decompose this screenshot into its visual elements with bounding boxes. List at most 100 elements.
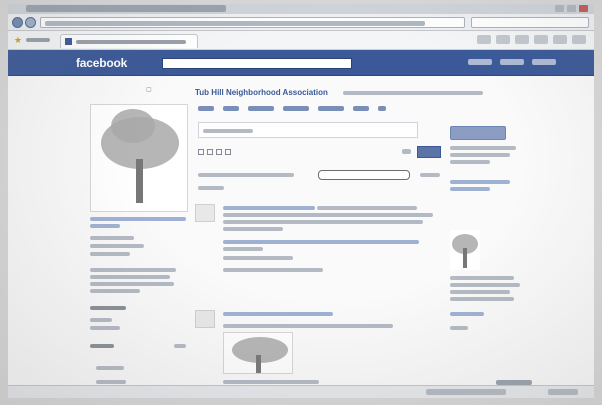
post-actions[interactable] bbox=[223, 268, 323, 272]
share-button[interactable] bbox=[417, 146, 441, 158]
info-line bbox=[90, 252, 130, 256]
post-author[interactable] bbox=[223, 206, 315, 210]
post-text bbox=[223, 213, 433, 217]
facebook-header: facebook bbox=[8, 50, 594, 76]
page-category-link[interactable] bbox=[90, 217, 186, 221]
profile-picture[interactable] bbox=[90, 104, 188, 212]
promo-text bbox=[450, 146, 516, 150]
browser-tab[interactable] bbox=[60, 34, 198, 48]
tree-trunk bbox=[136, 159, 143, 203]
facebook-favicon-icon bbox=[65, 38, 72, 45]
suggestion-link[interactable] bbox=[450, 187, 490, 191]
composer-placeholder bbox=[203, 129, 253, 133]
link-icon[interactable] bbox=[225, 149, 231, 155]
browser-search-input[interactable] bbox=[471, 17, 589, 28]
print-icon[interactable] bbox=[534, 35, 548, 44]
zoom-level[interactable] bbox=[548, 389, 578, 395]
security-zone bbox=[426, 389, 506, 395]
status-composer-input[interactable] bbox=[198, 122, 418, 138]
event-icon[interactable] bbox=[216, 149, 222, 155]
post-link[interactable] bbox=[223, 240, 419, 244]
favorites-bar: ★ bbox=[8, 31, 594, 50]
feeds-icon[interactable] bbox=[496, 35, 510, 44]
video-icon[interactable] bbox=[207, 149, 213, 155]
post-text bbox=[317, 206, 417, 210]
facebook-logo[interactable]: facebook bbox=[76, 56, 127, 70]
page-title[interactable]: Tub Hill Neighborhood Association bbox=[195, 88, 328, 97]
wall-filter-dropdown[interactable] bbox=[318, 170, 410, 180]
window-title bbox=[26, 5, 226, 12]
description-line bbox=[90, 282, 174, 286]
close-button[interactable] bbox=[579, 5, 588, 12]
maximize-button[interactable] bbox=[567, 5, 576, 12]
browser-status-bar bbox=[8, 385, 594, 398]
section-heading bbox=[90, 306, 126, 310]
left-sidebar: ▢ bbox=[90, 80, 192, 385]
tab-links[interactable] bbox=[353, 106, 369, 111]
sidebar-text bbox=[450, 283, 520, 287]
post-text bbox=[223, 227, 283, 231]
tab-label bbox=[76, 40, 186, 44]
sidebar-link[interactable] bbox=[450, 326, 468, 330]
edit-picture-link[interactable]: ▢ bbox=[146, 86, 152, 93]
sidebar-link[interactable] bbox=[450, 312, 484, 316]
tab-wall[interactable] bbox=[198, 106, 214, 111]
suggestion-link[interactable] bbox=[450, 180, 510, 184]
post-author[interactable] bbox=[223, 312, 333, 316]
nav-home-link[interactable] bbox=[468, 59, 492, 65]
promo-text bbox=[450, 160, 490, 164]
nav-account-link[interactable] bbox=[532, 59, 556, 65]
description-line bbox=[90, 275, 170, 279]
promote-button[interactable] bbox=[450, 126, 506, 140]
promo-text bbox=[450, 153, 510, 157]
post-photo[interactable] bbox=[223, 332, 293, 374]
facebook-search-input[interactable] bbox=[162, 58, 352, 69]
tab-events[interactable] bbox=[283, 106, 309, 111]
attach-icons bbox=[198, 149, 231, 155]
mail-icon[interactable] bbox=[515, 35, 529, 44]
forward-arrow-icon[interactable] bbox=[25, 17, 36, 28]
post-link-caption bbox=[223, 247, 263, 251]
star-icon[interactable]: ★ bbox=[14, 35, 22, 46]
home-icon[interactable] bbox=[477, 35, 491, 44]
wall-post bbox=[195, 204, 445, 300]
filter-text bbox=[198, 173, 294, 177]
tree-trunk bbox=[256, 355, 261, 373]
right-sidebar bbox=[450, 80, 550, 385]
section-heading bbox=[90, 344, 114, 348]
tab-discussions[interactable] bbox=[318, 106, 344, 111]
tree-trunk bbox=[463, 248, 467, 268]
back-arrow-icon[interactable] bbox=[12, 17, 23, 28]
page-menu-icon[interactable] bbox=[553, 35, 567, 44]
settings-link[interactable] bbox=[420, 173, 440, 177]
photo-icon[interactable] bbox=[198, 149, 204, 155]
sidebar-text bbox=[450, 276, 514, 280]
info-line bbox=[90, 236, 134, 240]
address-bar-row bbox=[8, 14, 594, 31]
window-controls bbox=[555, 5, 588, 12]
post-avatar[interactable] bbox=[195, 204, 215, 222]
url-input[interactable] bbox=[40, 17, 465, 28]
post-actions[interactable] bbox=[223, 380, 319, 384]
post-avatar[interactable] bbox=[195, 310, 215, 328]
description-line bbox=[90, 268, 176, 272]
page-category-link-2[interactable] bbox=[90, 224, 120, 228]
wall-post bbox=[195, 310, 445, 385]
like-item[interactable] bbox=[96, 366, 124, 370]
tools-menu-icon[interactable] bbox=[572, 35, 586, 44]
tab-photos[interactable] bbox=[248, 106, 274, 111]
info-line bbox=[90, 318, 112, 322]
sidebar-photo[interactable] bbox=[450, 230, 480, 270]
tab-info[interactable] bbox=[223, 106, 239, 111]
minimize-button[interactable] bbox=[555, 5, 564, 12]
privacy-selector[interactable] bbox=[402, 149, 411, 154]
tab-more[interactable] bbox=[378, 106, 386, 111]
window-title-bar bbox=[8, 4, 594, 14]
nav-profile-link[interactable] bbox=[500, 59, 524, 65]
favorites-label[interactable] bbox=[26, 38, 50, 42]
wall-filter-row bbox=[198, 170, 440, 182]
tree-crown-top bbox=[111, 109, 155, 143]
like-item[interactable] bbox=[96, 380, 126, 384]
post-text bbox=[223, 220, 423, 224]
see-all-link[interactable] bbox=[174, 344, 186, 348]
